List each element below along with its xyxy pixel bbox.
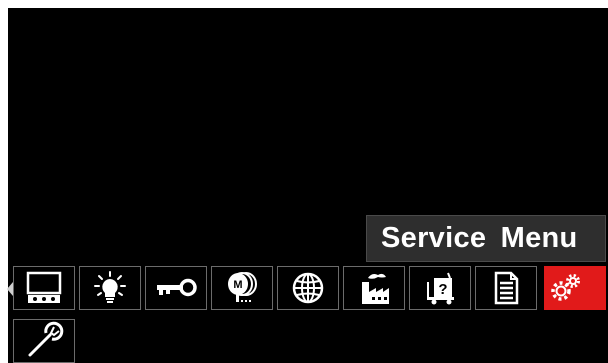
gears-icon [551,274,580,301]
feeder-help-icon: ? [427,272,454,305]
menu-item-lightbulb[interactable] [79,266,141,310]
display-icon [26,271,62,303]
menu-item-document[interactable] [475,266,537,310]
key-icon [157,278,197,297]
menu-item-factory[interactable] [343,266,405,310]
menu-item-key[interactable] [145,266,207,310]
wire-spool-icon: M [228,272,257,302]
menu-tooltip: Service Menu [366,215,606,262]
wrench-icon [28,321,64,357]
factory-icon [362,273,389,304]
svg-text:M: M [233,279,242,291]
menu-item-display[interactable] [13,266,75,310]
tooltip-label: Service Menu [381,222,578,254]
document-icon [494,271,519,305]
menu-item-wrench[interactable] [13,319,75,363]
globe-icon [292,272,324,304]
menu-item-wire-spool[interactable]: M [211,266,273,310]
menu-item-service[interactable] [544,266,606,310]
svg-text:?: ? [438,281,447,298]
menu-item-feeder-help[interactable]: ? [409,266,471,310]
menu-item-globe[interactable] [277,266,339,310]
lightbulb-icon [94,271,126,303]
